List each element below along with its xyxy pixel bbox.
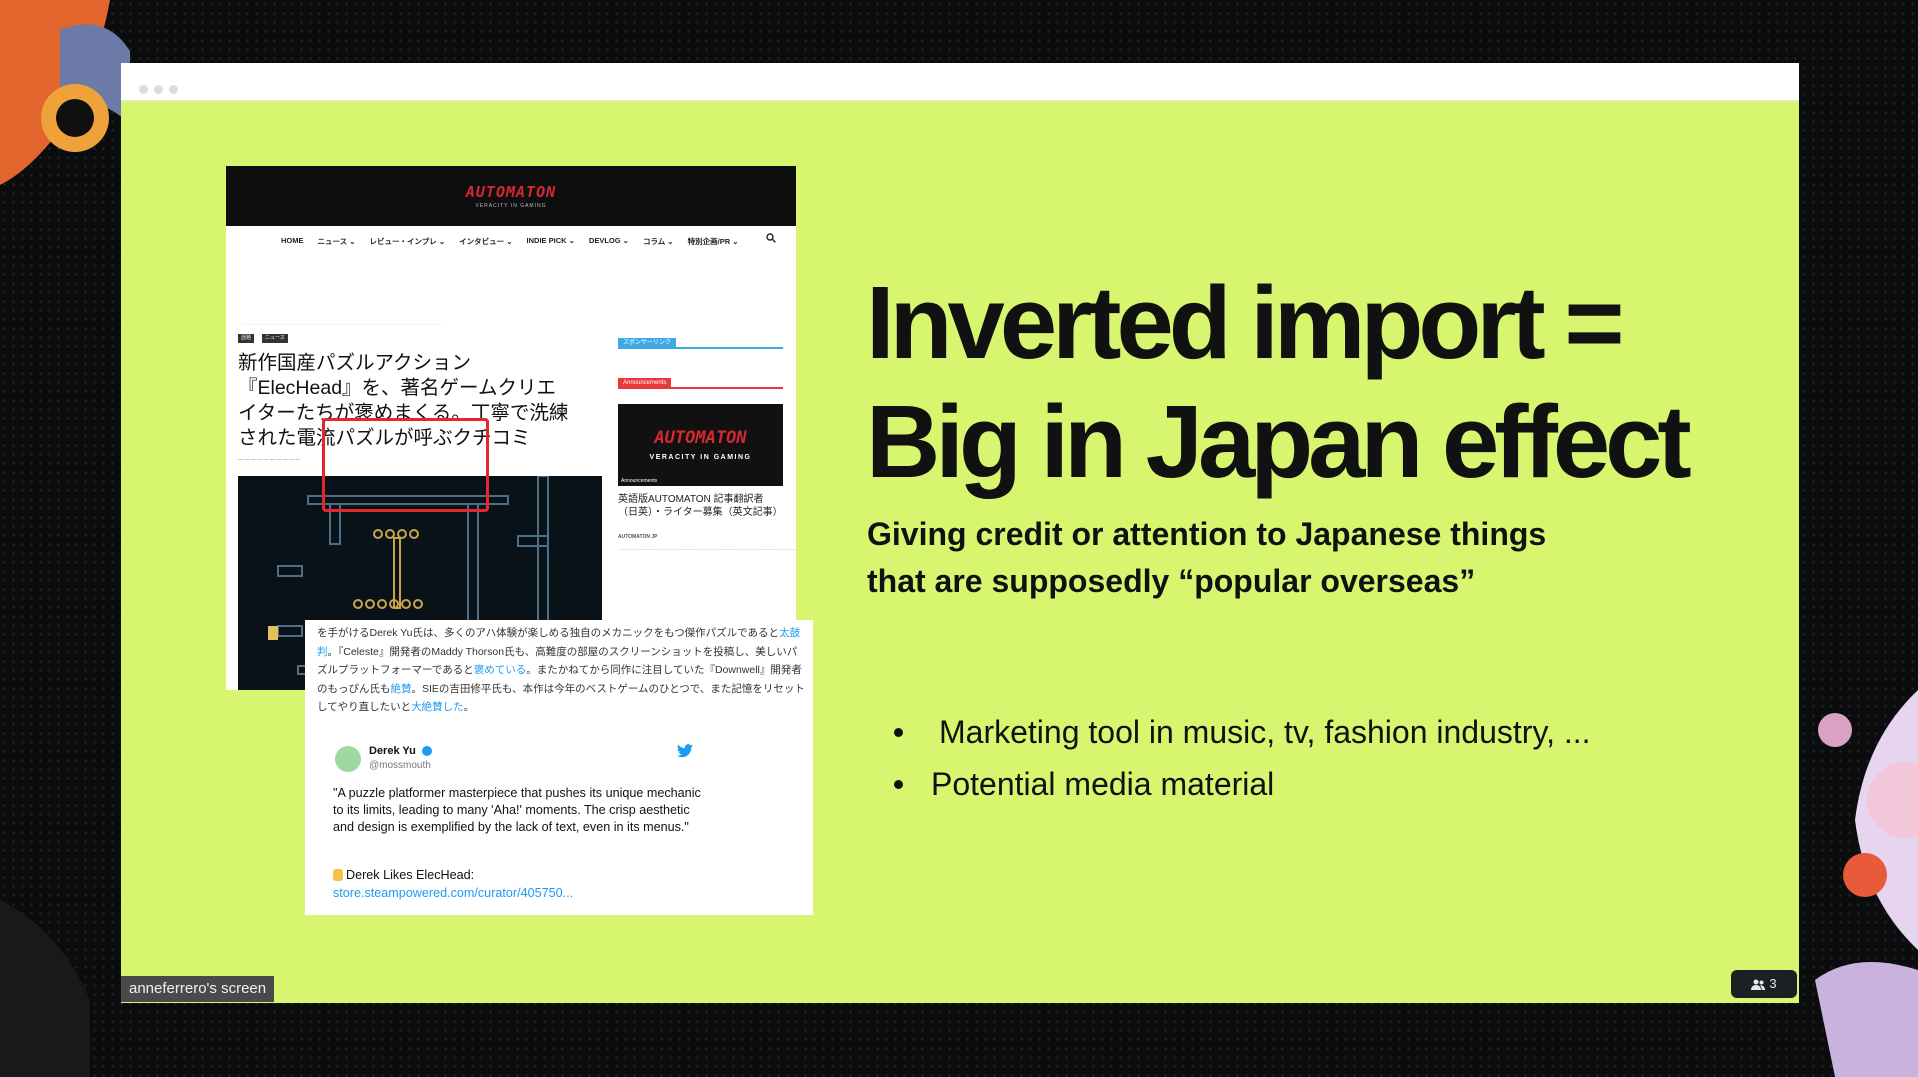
bullet-item: Potential media material: [894, 758, 1694, 810]
participants-count: 3: [1769, 976, 1777, 991]
quote-link[interactable]: 絶賛: [391, 683, 412, 695]
thumbs-up-icon: [333, 869, 343, 881]
window-dot: [139, 85, 148, 94]
site-nav: HOME ニュース ⌄ レビュー・インプレ ⌄ インタビュー ⌄ INDIE P…: [281, 236, 771, 250]
tweet-author-name[interactable]: Derek Yu: [369, 745, 416, 757]
article-screenshot: AUTOMATON VERACITY IN GAMING HOME ニュース ⌄…: [226, 166, 796, 690]
nav-item: HOME: [281, 236, 304, 245]
promo-logo: AUTOMATON: [654, 428, 747, 448]
screen-owner-label: anneferrero's screen: [121, 976, 275, 1002]
tweet-body: "A puzzle platformer masterpiece that pu…: [333, 786, 701, 834]
slide-subtitle: Giving credit or attention to Japanese t…: [867, 511, 1727, 605]
participants-button[interactable]: 3: [1731, 970, 1797, 998]
site-logo: AUTOMATON: [465, 183, 557, 201]
announcements-header: Announcements: [618, 378, 783, 389]
verified-check-icon: [422, 746, 432, 756]
tweet-author-handle[interactable]: @mossmouth: [369, 760, 431, 771]
slide-heading-line: Inverted import =: [866, 265, 1624, 380]
announcements-label: Announcements: [618, 378, 672, 388]
nav-item: コラム ⌄: [642, 237, 674, 246]
avatar[interactable]: [335, 746, 361, 772]
tweet-link[interactable]: store.steampowered.com/curator/405750...: [333, 886, 573, 900]
breadcrumb: …………………………………………………………………………………………………………: [241, 321, 441, 327]
category-tag: ニュース: [262, 334, 288, 343]
quote-link[interactable]: 褒めている: [474, 664, 527, 676]
quote-link[interactable]: 大絶賛した: [411, 701, 464, 713]
nav-item: ニュース ⌄: [317, 237, 356, 246]
site-header: AUTOMATON VERACITY IN GAMING: [226, 166, 796, 226]
search-icon: [766, 233, 776, 243]
slide-subtitle-line: Giving credit or attention to Japanese t…: [867, 516, 1547, 552]
shared-screen-window: AUTOMATON VERACITY IN GAMING HOME ニュース ⌄…: [121, 63, 1799, 1003]
promo-tagline: VERACITY IN GAMING: [649, 454, 752, 461]
people-icon: [1751, 979, 1766, 990]
tweet-likes-line: Derek Likes ElecHead:: [333, 868, 474, 882]
promo-banner: AUTOMATON VERACITY IN GAMING Announcemen…: [618, 404, 783, 486]
sidebar-article-meta: AUTOMATON JP: [618, 534, 658, 540]
slide-heading: Inverted import = Big in Japan effect: [866, 263, 1766, 501]
twitter-bird-icon[interactable]: [677, 744, 693, 758]
window-titlebar: [121, 63, 1799, 101]
quote-card: を手がけるDerek Yu氏は、多くのアハ体験が楽しめる独自のメカニックをもつ傑…: [305, 620, 813, 915]
window-dot: [169, 85, 178, 94]
window-dot: [154, 85, 163, 94]
slide-heading-line: Big in Japan effect: [866, 384, 1692, 499]
article-byline: — — — — — — — — — —: [238, 457, 301, 463]
sidebar-article-excerpt: ………………………………………………………………………………………………: [618, 546, 796, 552]
nav-item: DEVLOG ⌄: [588, 236, 629, 245]
decorative-shapes-left: [0, 0, 130, 1077]
site-tagline: VERACITY IN GAMING: [475, 203, 547, 209]
nav-item: INDIE PICK ⌄: [526, 236, 575, 245]
quote-text-segment: 。: [463, 701, 475, 713]
category-tag: 話題: [238, 334, 255, 343]
nav-item: インタビュー ⌄: [459, 237, 513, 246]
nav-item: 特別企画/PR ⌄: [687, 237, 739, 246]
bullet-list: Marketing tool in music, tv, fashion ind…: [894, 706, 1694, 810]
tweet-likes-text: Derek Likes ElecHead:: [346, 868, 475, 882]
nav-item: レビュー・インプレ ⌄: [369, 237, 446, 246]
sidebar-article-title[interactable]: 英語版AUTOMATON 記事翻訳者（日英）・ライター募集（英文記事）: [618, 494, 783, 519]
bullet-item: Marketing tool in music, tv, fashion ind…: [894, 706, 1694, 758]
quote-text-segment: を手がけるDerek Yu氏は、多くのアハ体験が楽しめる独自のメカニックをもつ傑…: [317, 627, 780, 639]
red-highlight-box: [322, 418, 489, 512]
article-title-line: 『ElecHead』を、著名ゲームクリエ: [238, 377, 556, 399]
quote-paragraph: を手がけるDerek Yu氏は、多くのアハ体験が楽しめる独自のメカニックをもつ傑…: [317, 624, 807, 717]
promo-label: Announcements: [621, 478, 658, 484]
article-title-line: 新作国産パズルアクション: [238, 352, 472, 374]
sponsored-header: スポンサーリンク: [618, 338, 783, 349]
decorative-shapes-right: [1815, 690, 1918, 1077]
sponsored-label: スポンサーリンク: [618, 338, 677, 348]
slide-subtitle-line: that are supposedly “popular overseas”: [867, 563, 1476, 599]
